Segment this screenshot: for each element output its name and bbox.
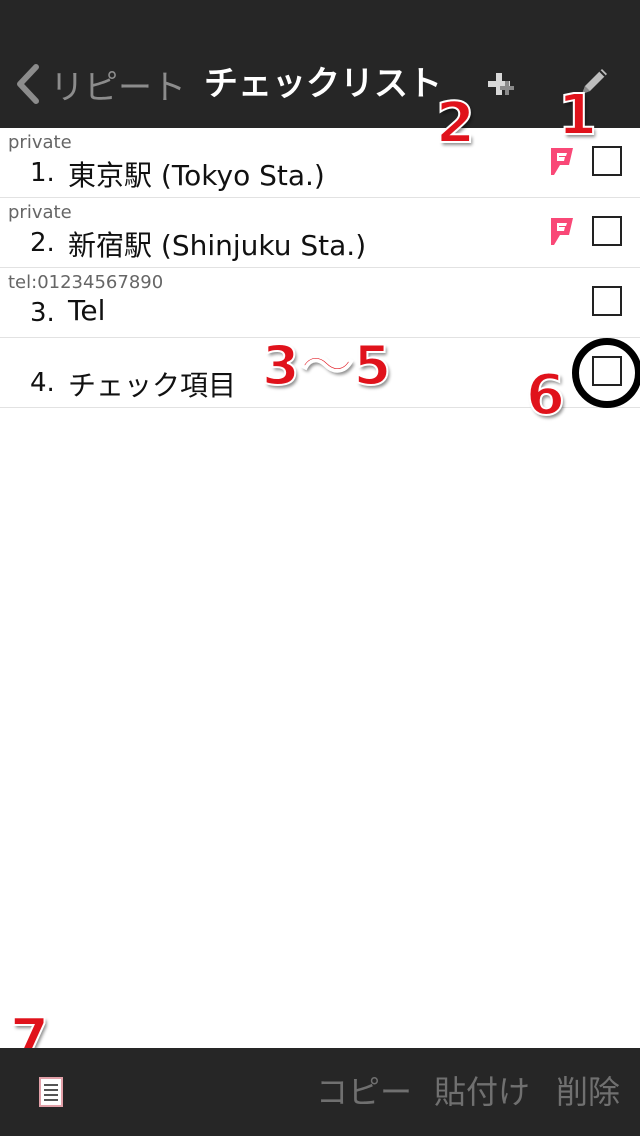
list-item[interactable]: tel:01234567890 3. Tel (0, 268, 640, 338)
back-label: リピート (50, 67, 186, 108)
item-number: 3. (30, 298, 55, 328)
plus-icon[interactable] (488, 70, 518, 100)
list-item[interactable]: private 1. 東京駅 (Tokyo Sta.) (0, 128, 640, 198)
back-button[interactable]: リピート (14, 60, 186, 108)
checkbox[interactable] (592, 146, 622, 176)
annotation-6: 6 (525, 363, 566, 428)
item-number: 1. (30, 158, 55, 188)
annotation-2: 2 (435, 91, 476, 156)
item-number: 4. (30, 368, 55, 398)
copy-button[interactable]: コピー (316, 1070, 412, 1114)
checkbox[interactable] (592, 286, 622, 316)
page-title: チェックリスト (204, 64, 442, 104)
paste-button[interactable]: 貼付け (434, 1070, 530, 1114)
item-subtitle: private (8, 202, 72, 223)
chevron-left-icon (17, 64, 39, 104)
checkbox[interactable] (592, 216, 622, 246)
item-subtitle: private (8, 132, 72, 153)
annotation-1: 1 (557, 83, 598, 148)
item-title: 東京駅 (Tokyo Sta.) (68, 159, 325, 192)
navigation-bar: リピート チェックリスト (0, 0, 640, 128)
bottom-toolbar: コピー 貼付け 削除 (0, 1048, 640, 1136)
foursquare-icon[interactable] (548, 146, 576, 178)
item-subtitle: tel:01234567890 (8, 272, 164, 293)
item-title: Tel (68, 294, 106, 327)
list-item[interactable]: private 2. 新宿駅 (Shinjuku Sta.) (0, 198, 640, 268)
delete-button[interactable]: 削除 (556, 1070, 620, 1114)
item-title: チェック項目 (68, 369, 237, 402)
foursquare-icon[interactable] (548, 216, 576, 248)
highlight-circle (572, 338, 640, 408)
item-number: 2. (30, 228, 55, 258)
annotation-3-5: 3〜5 (261, 334, 392, 397)
item-title: 新宿駅 (Shinjuku Sta.) (68, 229, 367, 262)
document-icon[interactable] (38, 1076, 64, 1108)
